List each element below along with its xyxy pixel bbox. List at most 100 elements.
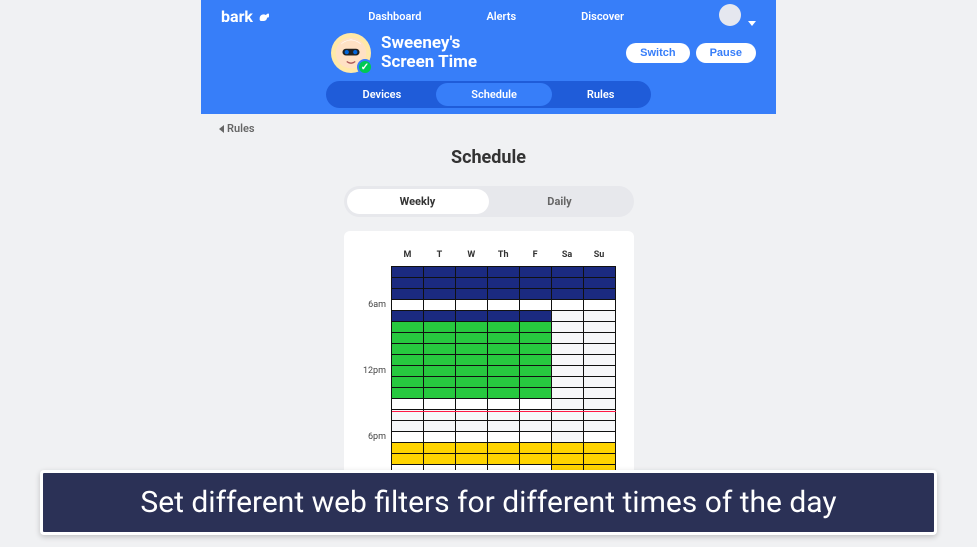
schedule-cell[interactable] (423, 300, 455, 311)
schedule-cell[interactable] (423, 454, 455, 465)
schedule-cell[interactable] (519, 432, 551, 443)
schedule-cell[interactable] (392, 289, 424, 300)
schedule-cell[interactable] (583, 399, 615, 410)
schedule-cell[interactable] (583, 311, 615, 322)
schedule-cell[interactable] (455, 443, 487, 454)
schedule-cell[interactable] (392, 377, 424, 388)
schedule-cell[interactable] (392, 311, 424, 322)
schedule-cell[interactable] (583, 443, 615, 454)
schedule-cell[interactable] (423, 421, 455, 432)
schedule-cell[interactable] (423, 432, 455, 443)
schedule-cell[interactable] (423, 344, 455, 355)
schedule-cell[interactable] (487, 267, 519, 278)
schedule-cell[interactable] (583, 289, 615, 300)
schedule-cell[interactable] (519, 289, 551, 300)
schedule-cell[interactable] (455, 377, 487, 388)
schedule-cell[interactable] (487, 311, 519, 322)
schedule-cell[interactable] (519, 443, 551, 454)
schedule-cell[interactable] (583, 421, 615, 432)
schedule-cell[interactable] (455, 454, 487, 465)
schedule-cell[interactable] (487, 454, 519, 465)
schedule-cell[interactable] (583, 355, 615, 366)
schedule-cell[interactable] (551, 289, 583, 300)
schedule-cell[interactable] (487, 300, 519, 311)
schedule-cell[interactable] (551, 300, 583, 311)
schedule-cell[interactable] (455, 289, 487, 300)
nav-alerts[interactable]: Alerts (486, 10, 516, 23)
schedule-cell[interactable] (519, 322, 551, 333)
schedule-cell[interactable] (423, 355, 455, 366)
schedule-cell[interactable] (583, 267, 615, 278)
schedule-cell[interactable] (392, 432, 424, 443)
nav-discover[interactable]: Discover (581, 10, 624, 23)
switch-button[interactable]: Switch (626, 43, 689, 63)
schedule-cell[interactable] (487, 355, 519, 366)
schedule-cell[interactable] (423, 278, 455, 289)
schedule-cell[interactable] (455, 432, 487, 443)
schedule-cell[interactable] (583, 322, 615, 333)
nav-dashboard[interactable]: Dashboard (368, 10, 421, 23)
schedule-cell[interactable] (455, 278, 487, 289)
child-avatar[interactable]: ✓ (331, 33, 371, 73)
schedule-cell[interactable] (551, 421, 583, 432)
schedule-cell[interactable] (392, 421, 424, 432)
tab-devices[interactable]: Devices (328, 83, 437, 106)
schedule-cell[interactable] (423, 377, 455, 388)
schedule-cell[interactable] (583, 278, 615, 289)
schedule-cell[interactable] (487, 278, 519, 289)
schedule-cell[interactable] (423, 289, 455, 300)
schedule-cell[interactable] (551, 311, 583, 322)
schedule-cell[interactable] (392, 267, 424, 278)
schedule-cell[interactable] (487, 377, 519, 388)
schedule-cell[interactable] (519, 399, 551, 410)
schedule-cell[interactable] (455, 333, 487, 344)
schedule-cell[interactable] (487, 333, 519, 344)
segment-daily[interactable]: Daily (489, 189, 631, 214)
schedule-cell[interactable] (392, 322, 424, 333)
schedule-cell[interactable] (487, 388, 519, 399)
schedule-cell[interactable] (551, 399, 583, 410)
schedule-cell[interactable] (551, 333, 583, 344)
schedule-cell[interactable] (487, 443, 519, 454)
schedule-cell[interactable] (455, 322, 487, 333)
schedule-cell[interactable] (551, 454, 583, 465)
schedule-cell[interactable] (519, 355, 551, 366)
brand-logo[interactable]: bark (221, 7, 273, 26)
schedule-cell[interactable] (519, 278, 551, 289)
schedule-cell[interactable] (519, 366, 551, 377)
schedule-cell[interactable] (392, 388, 424, 399)
schedule-cell[interactable] (392, 278, 424, 289)
schedule-cell[interactable] (487, 432, 519, 443)
tab-rules[interactable]: Rules (552, 83, 650, 106)
schedule-cell[interactable] (583, 432, 615, 443)
schedule-cell[interactable] (519, 300, 551, 311)
schedule-cell[interactable] (423, 388, 455, 399)
schedule-cell[interactable] (583, 377, 615, 388)
schedule-cell[interactable] (487, 399, 519, 410)
schedule-cell[interactable] (455, 355, 487, 366)
schedule-cell[interactable] (519, 388, 551, 399)
schedule-cell[interactable] (551, 432, 583, 443)
schedule-cell[interactable] (392, 355, 424, 366)
schedule-cell[interactable] (423, 399, 455, 410)
schedule-cell[interactable] (455, 421, 487, 432)
schedule-cell[interactable] (392, 300, 424, 311)
schedule-cell[interactable] (519, 344, 551, 355)
account-menu[interactable] (719, 4, 756, 29)
schedule-cell[interactable] (455, 399, 487, 410)
schedule-cell[interactable] (551, 443, 583, 454)
tab-schedule[interactable]: Schedule (436, 83, 552, 106)
schedule-cell[interactable] (487, 366, 519, 377)
schedule-cell[interactable] (551, 344, 583, 355)
schedule-cell[interactable] (519, 311, 551, 322)
pause-button[interactable]: Pause (696, 43, 756, 63)
schedule-cell[interactable] (551, 267, 583, 278)
schedule-cell[interactable] (519, 454, 551, 465)
schedule-cell[interactable] (519, 333, 551, 344)
schedule-cell[interactable] (487, 344, 519, 355)
schedule-cell[interactable] (392, 454, 424, 465)
schedule-cell[interactable] (455, 300, 487, 311)
schedule-cell[interactable] (392, 399, 424, 410)
schedule-cell[interactable] (519, 421, 551, 432)
schedule-cell[interactable] (455, 267, 487, 278)
